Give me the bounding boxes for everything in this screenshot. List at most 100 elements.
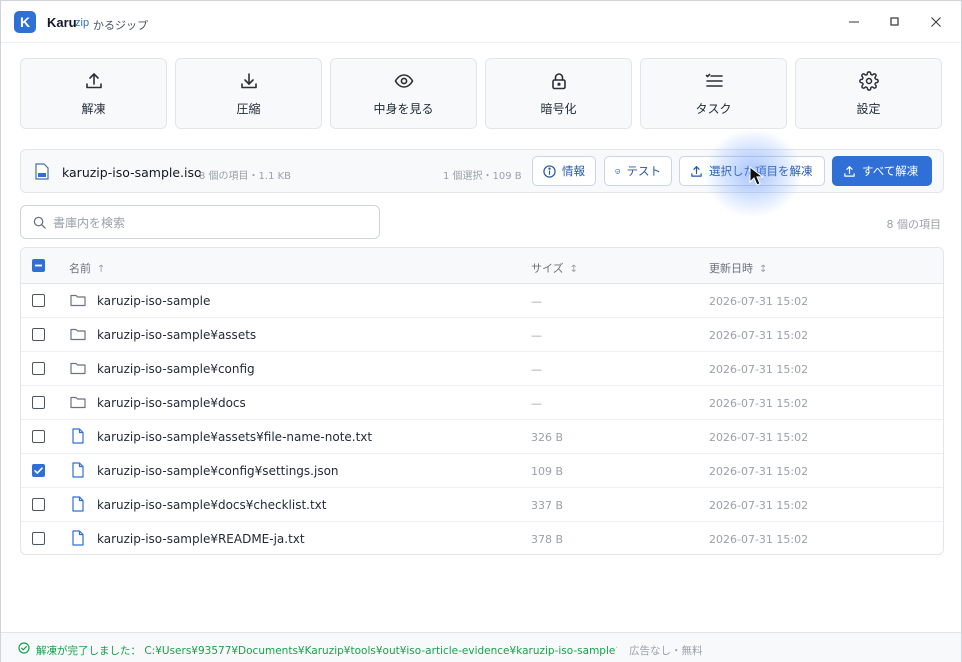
info-button-label: 情報 [562,164,585,178]
lock-icon [551,72,566,89]
info-icon [543,164,556,178]
row-checkbox[interactable] [32,430,45,443]
row-date: 2026-07-31 15:02 [709,397,809,410]
file-table: 名前 ↑ サイズ ↕ 更新日時 ↕ karuzip-iso-sample — 2026… [20,247,944,555]
test-button-label: テスト [626,164,662,178]
row-name: karuzip-iso-sample¥assets [97,328,257,342]
row-name: karuzip-iso-sample¥assets¥file-name-note… [97,430,373,444]
task-list-icon [705,73,723,87]
folder-icon [70,328,86,341]
upload-icon [85,72,102,88]
table-row[interactable]: karuzip-iso-sample¥README-ja.txt 378 B 2… [21,522,943,554]
status-separator: · [615,643,619,654]
extract-tool-label: 解凍 [81,101,106,116]
table-row[interactable]: karuzip-iso-sample — 2026-07-31 15:02 [21,284,943,318]
tasks-tool-button[interactable]: タスク [640,58,787,129]
date-column-header[interactable]: 更新日時 ↕ [709,260,767,276]
row-date: 2026-07-31 15:02 [709,431,809,444]
minimize-button[interactable] [839,9,869,35]
row-size: 378 B [531,533,564,546]
app-logo-icon: K [14,11,36,33]
tasks-tool-label: タスク [695,101,732,116]
view-contents-tool-button[interactable]: 中身を見る [330,58,477,129]
title-bar: K Karu zip かるジップ [1,1,961,43]
row-size: — [531,397,542,410]
close-icon [931,17,941,27]
app-window: K Karu zip かるジップ 解凍 圧縮 中身を見る 暗号化 タスク 設定 … [0,0,962,662]
row-name: karuzip-iso-sample¥docs [97,396,246,410]
checkmark-icon [34,467,43,474]
search-box [20,205,380,239]
row-checkbox[interactable] [32,464,45,477]
test-button[interactable]: テスト [604,156,672,186]
download-icon [240,72,257,88]
row-size: 337 B [531,499,564,512]
table-row[interactable]: karuzip-iso-sample¥assets — 2026-07-31 1… [21,318,943,352]
size-column-header[interactable]: サイズ ↕ [531,260,578,276]
settings-tool-button[interactable]: 設定 [795,58,942,129]
table-row[interactable]: karuzip-iso-sample¥assets¥file-name-note… [21,420,943,454]
maximize-button[interactable] [880,9,910,35]
row-size: — [531,329,542,342]
row-date: 2026-07-31 15:02 [709,363,809,376]
compress-tool-button[interactable]: 圧縮 [175,58,322,129]
row-date: 2026-07-31 15:02 [709,295,809,308]
gear-icon [858,70,879,91]
encrypt-tool-button[interactable]: 暗号化 [485,58,632,129]
extract-all-label: すべて解凍 [862,164,919,178]
row-checkbox[interactable] [32,294,45,307]
sort-ascending-icon: ↑ [97,264,106,275]
row-date: 2026-07-31 15:02 [709,533,809,546]
archive-file-icon [35,163,49,180]
row-checkbox[interactable] [32,532,45,545]
file-icon [72,428,84,444]
settings-tool-label: 設定 [856,101,881,116]
row-checkbox[interactable] [32,362,45,375]
archive-name: karuzip-iso-sample.iso [62,165,202,180]
row-name: karuzip-iso-sample [97,294,211,308]
select-all-checkbox[interactable] [32,259,45,272]
table-row[interactable]: karuzip-iso-sample¥docs — 2026-07-31 15:… [21,386,943,420]
compress-tool-label: 圧縮 [236,101,261,116]
row-size: 109 B [531,465,564,478]
name-column-header[interactable]: 名前 ↑ [69,260,105,276]
search-input[interactable] [53,213,373,233]
row-date: 2026-07-31 15:02 [709,465,809,478]
row-size: — [531,295,542,308]
selection-meta: 1 個選択・109 B [443,171,522,182]
row-date: 2026-07-31 15:02 [709,499,809,512]
app-name-suffix: zip [75,17,90,29]
check-circle-icon [18,642,30,654]
size-column-label: サイズ [531,262,564,275]
main-toolbar: 解凍 圧縮 中身を見る 暗号化 タスク 設定 [20,58,944,129]
table-row[interactable]: karuzip-iso-sample¥config — 2026-07-31 1… [21,352,943,386]
extract-tool-button[interactable]: 解凍 [20,58,167,129]
close-window-button[interactable] [921,9,951,35]
archive-meta: 8 個の項目・1.1 KB [199,171,292,182]
eye-icon [394,73,413,88]
table-header: 名前 ↑ サイズ ↕ 更新日時 ↕ [21,248,943,284]
row-checkbox[interactable] [32,498,45,511]
row-name: karuzip-iso-sample¥README-ja.txt [97,532,305,546]
extract-all-button[interactable]: すべて解凍 [832,156,932,186]
app-subtitle: かるジップ [93,19,148,32]
upload-icon [844,165,855,177]
table-row[interactable]: karuzip-iso-sample¥docs¥checklist.txt 33… [21,488,943,522]
extract-selected-button[interactable]: 選択した項目を解凍 [679,156,825,186]
row-size: — [531,363,542,376]
ad-free-note: 広告なし・無料 [629,645,703,657]
file-icon [72,496,84,512]
name-column-label: 名前 [69,262,91,275]
maximize-icon [890,17,899,26]
row-date: 2026-07-31 15:02 [709,329,809,342]
row-checkbox[interactable] [32,328,45,341]
info-button[interactable]: 情報 [532,156,596,186]
row-checkbox[interactable] [32,396,45,409]
status-bar: 解凍が完了しました： C:¥Users¥93577¥Documents¥Karu… [1,632,961,662]
encrypt-tool-label: 暗号化 [540,101,577,116]
date-column-label: 更新日時 [709,262,753,275]
app-name: Karu [47,15,77,30]
table-row[interactable]: karuzip-iso-sample¥config¥settings.json … [21,454,943,488]
upload-icon [691,165,702,177]
minimize-icon [849,21,859,23]
